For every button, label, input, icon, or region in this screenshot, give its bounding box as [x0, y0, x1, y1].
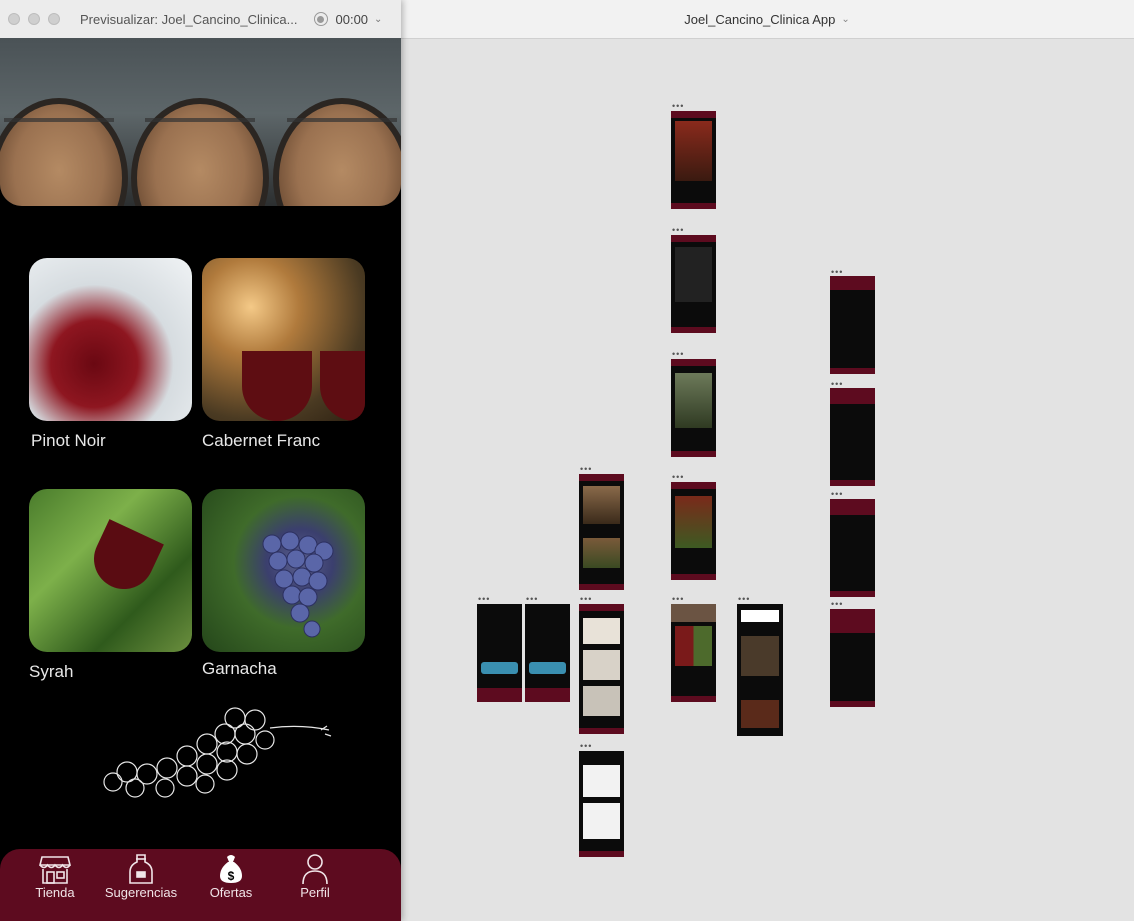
varietal-label: Cabernet Franc	[202, 431, 321, 450]
barrel-shape	[131, 98, 269, 206]
varietal-label: Garnacha	[202, 659, 277, 678]
wine-glass-shape	[242, 351, 312, 421]
record-icon[interactable]	[313, 12, 328, 26]
varietal-label: Syrah	[29, 662, 74, 681]
artboard-menu-icon[interactable]: •••	[672, 101, 684, 111]
varietal-card-pinot-noir[interactable]	[29, 258, 192, 421]
barrel-shape	[273, 98, 401, 206]
artboard-menu-icon[interactable]: •••	[831, 489, 843, 499]
artboard-thumbnail[interactable]	[579, 604, 624, 734]
artboard-menu-icon[interactable]: •••	[580, 741, 592, 751]
artboard-menu-icon[interactable]: •••	[526, 594, 538, 604]
tab-ofertas[interactable]: $ Ofertas	[186, 849, 276, 921]
artboard-menu-icon[interactable]: •••	[672, 594, 684, 604]
preview-title: Previsualizar: Joel_Cancino_Clinica...	[80, 11, 298, 27]
zoom-button[interactable]	[48, 13, 60, 25]
artboard-thumbnail[interactable]	[671, 111, 716, 209]
artboard-thumbnail[interactable]	[830, 388, 875, 486]
artboard-thumbnail[interactable]	[671, 482, 716, 580]
artboard-menu-icon[interactable]: •••	[580, 464, 592, 474]
varietal-card-garnacha[interactable]	[202, 489, 365, 652]
artboard-thumbnail[interactable]	[830, 276, 875, 374]
artboard-thumbnail[interactable]	[671, 359, 716, 457]
bottle-icon	[129, 854, 153, 884]
minimize-button[interactable]	[28, 13, 40, 25]
money-bag-icon: $	[220, 855, 242, 883]
user-icon	[302, 854, 328, 885]
tab-label: Tienda	[35, 885, 75, 900]
grape-cluster-icon	[262, 531, 334, 638]
artboard-menu-icon[interactable]: •••	[738, 594, 750, 604]
artboard-thumbnail[interactable]	[671, 604, 716, 702]
chevron-down-icon[interactable]: ⌄	[841, 14, 849, 25]
svg-text:$: $	[228, 869, 235, 883]
artboard-menu-icon[interactable]: •••	[672, 349, 684, 359]
chevron-down-icon[interactable]: ⌄	[374, 14, 382, 25]
artboard-menu-icon[interactable]: •••	[672, 472, 684, 482]
artboard-thumbnail[interactable]	[525, 604, 570, 702]
varietal-label: Pinot Noir	[31, 431, 106, 450]
preview-window: Previsualizar: Joel_Cancino_Clinica... 0…	[0, 0, 401, 921]
main-window-titlebar: Joel_Cancino_Clinica App ⌄	[400, 0, 1134, 39]
store-icon	[39, 856, 71, 884]
tab-tienda[interactable]: Tienda	[10, 849, 100, 921]
barrel-shape	[0, 98, 128, 206]
varietal-card-syrah[interactable]	[29, 489, 192, 652]
window-controls	[8, 13, 60, 25]
artboard-menu-icon[interactable]: •••	[580, 594, 592, 604]
artboard-thumbnail[interactable]	[477, 604, 522, 702]
preview-titlebar: Previsualizar: Joel_Cancino_Clinica... 0…	[0, 0, 401, 39]
grape-sketch-icon	[103, 707, 332, 798]
artboard-thumbnail[interactable]	[579, 751, 624, 857]
document-title[interactable]: Joel_Cancino_Clinica App	[684, 12, 835, 27]
artboard-thumbnail[interactable]	[671, 235, 716, 333]
hero-barrels-image	[0, 38, 401, 206]
wine-glass-shape	[320, 351, 365, 421]
artboard-menu-icon[interactable]: •••	[672, 225, 684, 235]
varietal-card-cabernet-franc[interactable]	[202, 258, 365, 421]
tab-label: Sugerencias	[104, 885, 178, 900]
close-button[interactable]	[8, 13, 20, 25]
wine-glass-shape	[84, 519, 164, 599]
artboard-thumbnail[interactable]	[737, 604, 783, 736]
tab-label: Perfil	[300, 885, 330, 900]
artboard-menu-icon[interactable]: •••	[478, 594, 490, 604]
record-timer: 00:00	[335, 11, 369, 27]
artboard-thumbnail[interactable]	[830, 609, 875, 707]
tab-sugerencias[interactable]: Sugerencias	[96, 849, 186, 921]
tab-label: Ofertas	[209, 885, 253, 900]
design-canvas[interactable]	[400, 39, 1134, 921]
tab-perfil[interactable]: Perfil	[270, 849, 360, 921]
artboard-thumbnail[interactable]	[830, 499, 875, 597]
bottom-tab-bar: Tienda Sugerencias $ Ofertas Perfil	[0, 849, 401, 921]
artboard-menu-icon[interactable]: •••	[831, 599, 843, 609]
artboard-thumbnail[interactable]	[579, 474, 624, 590]
